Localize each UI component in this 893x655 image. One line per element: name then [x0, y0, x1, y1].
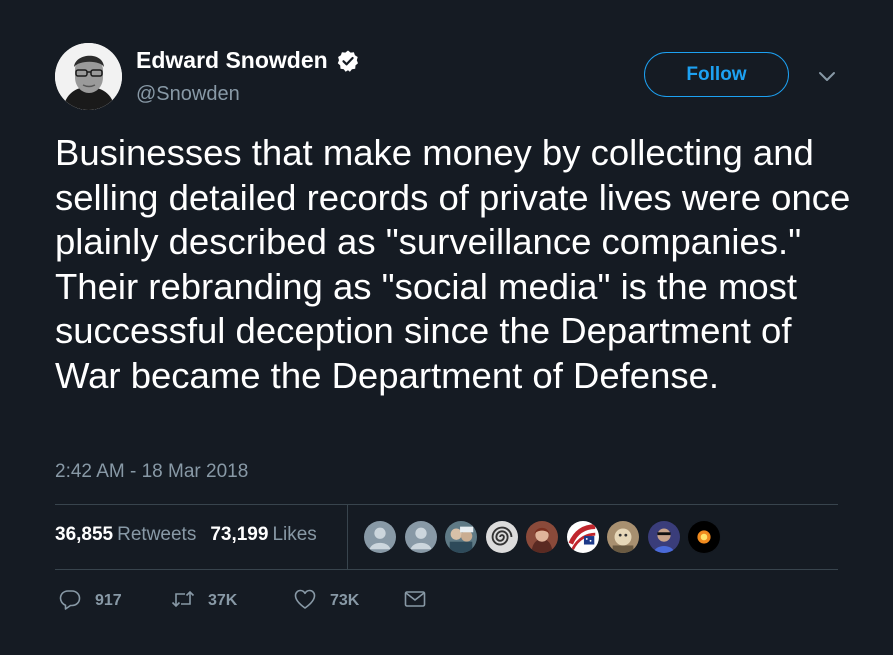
reply-count: 917: [95, 592, 122, 609]
tweet-text: Businesses that make money by collecting…: [55, 132, 851, 396]
liker-avatar[interactable]: [565, 520, 600, 554]
author-name-row[interactable]: Edward Snowden: [136, 47, 360, 74]
likes-count: 73,199: [210, 524, 269, 545]
liker-avatar[interactable]: [525, 520, 559, 554]
divider: [55, 504, 838, 505]
retweet-count: 37K: [208, 592, 238, 609]
liker-avatar[interactable]: [403, 520, 438, 554]
reply-button[interactable]: 917: [58, 587, 171, 616]
direct-message-button[interactable]: [403, 587, 427, 616]
divider: [55, 569, 838, 570]
reply-icon: [58, 587, 82, 616]
retweets-stat[interactable]: 36,855 Retweets: [55, 524, 196, 546]
likes-label: Likes: [272, 524, 317, 545]
author-handle[interactable]: @Snowden: [136, 83, 240, 106]
tweet-timestamp[interactable]: 2:42 AM - 18 Mar 2018: [55, 461, 248, 483]
retweet-icon: [171, 587, 195, 616]
chevron-down-icon[interactable]: [818, 68, 836, 86]
author-name[interactable]: Edward Snowden: [136, 47, 328, 74]
envelope-icon: [403, 587, 427, 616]
liker-avatar[interactable]: [484, 520, 519, 554]
liker-avatar[interactable]: [687, 520, 721, 554]
follow-button[interactable]: Follow: [644, 52, 789, 97]
liker-avatar[interactable]: [363, 520, 397, 554]
author-avatar[interactable]: [55, 43, 122, 110]
tweet-stats: 36,855 Retweets 73,199 Likes: [55, 524, 331, 546]
retweet-button[interactable]: 37K: [171, 587, 293, 616]
heart-icon: [293, 587, 317, 616]
liker-avatar[interactable]: [646, 520, 681, 554]
author-photo: [55, 43, 122, 110]
likes-stat[interactable]: 73,199 Likes: [210, 524, 316, 546]
likers-avatars: [363, 520, 728, 554]
like-count: 73K: [330, 592, 360, 609]
stats-separator: [347, 505, 348, 569]
verified-badge-icon: [336, 49, 360, 73]
like-button[interactable]: 73K: [293, 587, 403, 616]
liker-avatar[interactable]: [444, 520, 478, 554]
retweets-label: Retweets: [117, 524, 197, 545]
retweets-count: 36,855: [55, 524, 114, 545]
tweet-actions: 917 37K 73K: [58, 588, 427, 614]
liker-avatar[interactable]: [606, 520, 640, 554]
